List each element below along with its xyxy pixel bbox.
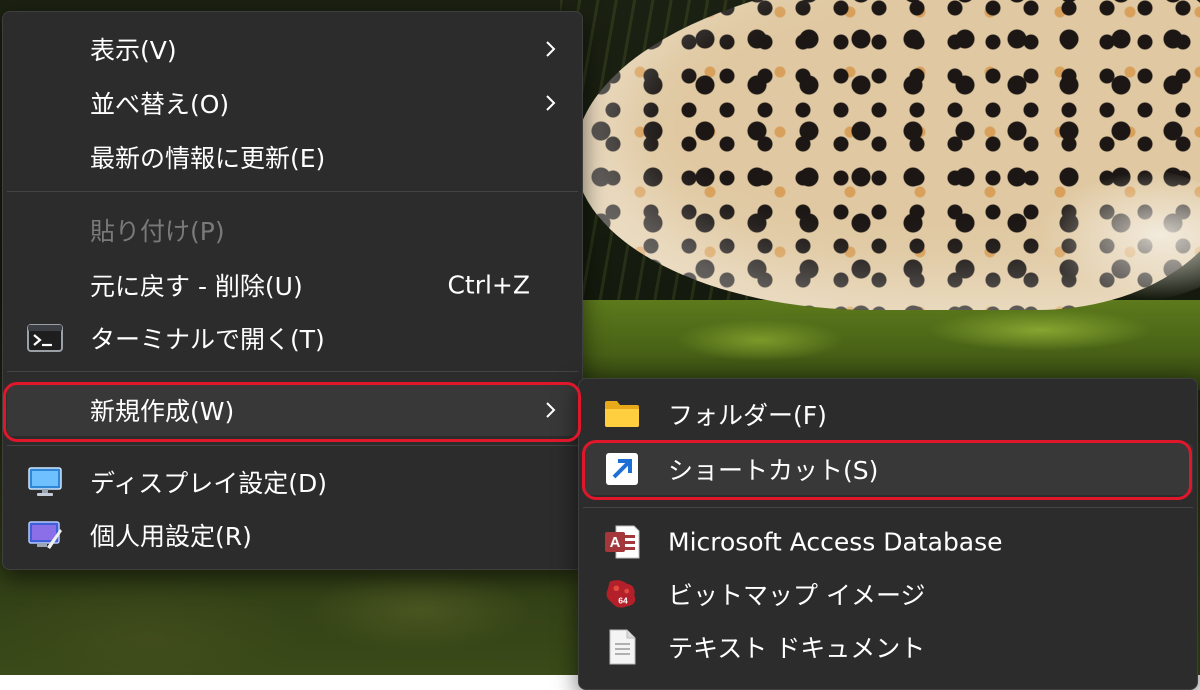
access-database-icon: A — [604, 524, 640, 560]
shortcut-arrow-icon — [604, 451, 640, 487]
menu-item-display-settings[interactable]: ディスプレイ設定(D) — [7, 457, 578, 507]
text-document-icon — [604, 629, 640, 665]
bitmap-paint-icon: 64 — [604, 576, 640, 612]
display-monitor-icon — [27, 464, 63, 500]
chevron-right-icon — [541, 400, 561, 420]
menu-item-view-label: 表示(V) — [90, 36, 177, 65]
chevron-right-icon — [541, 93, 561, 113]
menu-separator — [7, 371, 578, 372]
menu-item-view[interactable]: 表示(V) — [7, 24, 578, 74]
svg-text:A: A — [610, 534, 621, 551]
menu-separator — [583, 507, 1193, 508]
desktop-context-menu: 表示(V) 並べ替え(O) 最新の情報に更新(E) 貼り付け(P) 元に戻す -… — [2, 11, 583, 570]
chevron-right-icon — [541, 39, 561, 59]
menu-item-personalize-label: 個人用設定(R) — [90, 522, 252, 551]
menu-separator — [7, 445, 578, 446]
menu-item-personalize[interactable]: 個人用設定(R) — [7, 510, 578, 560]
submenu-item-folder-label: フォルダー(F) — [668, 401, 827, 430]
menu-item-display-settings-label: ディスプレイ設定(D) — [90, 469, 328, 498]
submenu-item-folder[interactable]: フォルダー(F) — [583, 389, 1193, 439]
new-submenu: フォルダー(F) ショートカット(S) A Microsoft Access D… — [578, 378, 1198, 690]
terminal-icon — [27, 320, 63, 356]
folder-icon — [604, 396, 640, 432]
menu-item-paste: 貼り付け(P) — [7, 205, 578, 255]
menu-item-refresh[interactable]: 最新の情報に更新(E) — [7, 132, 578, 182]
menu-separator — [7, 191, 578, 192]
menu-item-sort-label: 並べ替え(O) — [90, 90, 230, 119]
personalize-icon — [27, 517, 63, 553]
submenu-item-bitmap[interactable]: 64 ビットマップ イメージ — [583, 569, 1193, 619]
menu-item-paste-label: 貼り付け(P) — [90, 217, 225, 246]
submenu-item-text-document-label: テキスト ドキュメント — [668, 634, 926, 663]
menu-item-refresh-label: 最新の情報に更新(E) — [90, 144, 326, 173]
menu-item-new-label: 新規作成(W) — [90, 397, 235, 426]
submenu-item-text-document[interactable]: テキスト ドキュメント — [583, 622, 1193, 672]
wallpaper-moss — [560, 300, 1200, 390]
submenu-item-access-database[interactable]: A Microsoft Access Database — [583, 517, 1193, 567]
submenu-item-shortcut[interactable]: ショートカット(S) — [583, 443, 1193, 495]
menu-item-sort[interactable]: 並べ替え(O) — [7, 78, 578, 128]
submenu-item-shortcut-label: ショートカット(S) — [668, 456, 879, 485]
submenu-item-access-database-label: Microsoft Access Database — [668, 527, 1003, 557]
menu-item-open-terminal[interactable]: ターミナルで開く(T) — [7, 313, 578, 363]
svg-text:64: 64 — [618, 595, 628, 605]
submenu-item-bitmap-label: ビットマップ イメージ — [668, 581, 926, 610]
menu-item-new[interactable]: 新規作成(W) — [7, 384, 578, 436]
menu-item-undo-delete-label: 元に戻す - 削除(U) — [90, 272, 303, 301]
undo-shortcut-text: Ctrl+Z — [447, 270, 530, 300]
menu-item-open-terminal-label: ターミナルで開く(T) — [90, 325, 325, 354]
menu-item-undo-delete[interactable]: 元に戻す - 削除(U) Ctrl+Z — [7, 260, 578, 310]
